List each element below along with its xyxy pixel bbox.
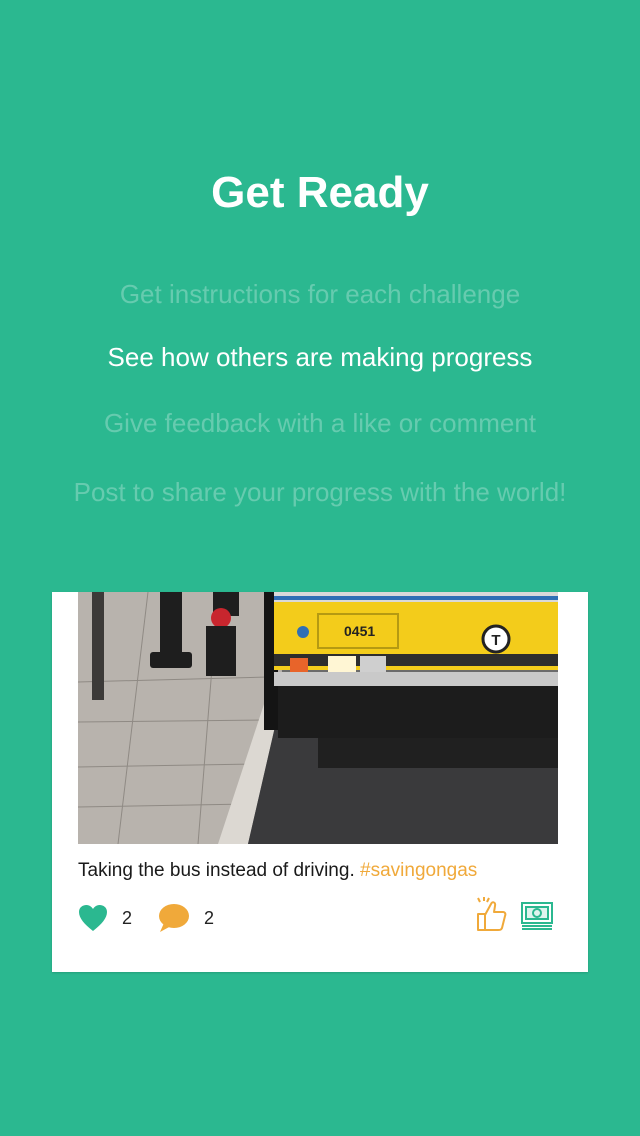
post-card[interactable]: 0451 T Taking the bus instead of driving… xyxy=(52,592,588,972)
hashtag-link[interactable]: #savingongas xyxy=(360,860,477,881)
page-title: Get Ready xyxy=(211,168,429,217)
heart-icon xyxy=(79,905,107,931)
post-photo[interactable]: 0451 T xyxy=(78,592,558,844)
bus-number: 0451 xyxy=(344,623,375,639)
step-instructions: Get instructions for each challenge xyxy=(119,279,521,309)
post-caption: Taking the bus instead of driving. #savi… xyxy=(78,860,477,882)
step-progress: See how others are making progress xyxy=(107,342,533,372)
like-count: 2 xyxy=(122,907,133,928)
comment-button[interactable]: 2 xyxy=(158,900,214,936)
money-button[interactable] xyxy=(520,900,554,935)
step-post: Post to share your progress with the wor… xyxy=(73,477,567,507)
caption-text: Taking the bus instead of driving. xyxy=(78,860,355,881)
comment-count: 2 xyxy=(204,907,215,928)
step-feedback: Give feedback with a like or comment xyxy=(103,408,537,438)
like-button[interactable]: 2 xyxy=(78,900,132,936)
thumbs-up-button[interactable] xyxy=(474,896,508,939)
svg-text:T: T xyxy=(491,632,500,649)
thumbs-up-icon xyxy=(477,897,507,931)
post-actions: 2 2 xyxy=(78,897,558,936)
bus-photo-image: 0451 T xyxy=(78,592,558,844)
money-icon xyxy=(521,902,553,930)
comment-icon xyxy=(159,904,189,932)
